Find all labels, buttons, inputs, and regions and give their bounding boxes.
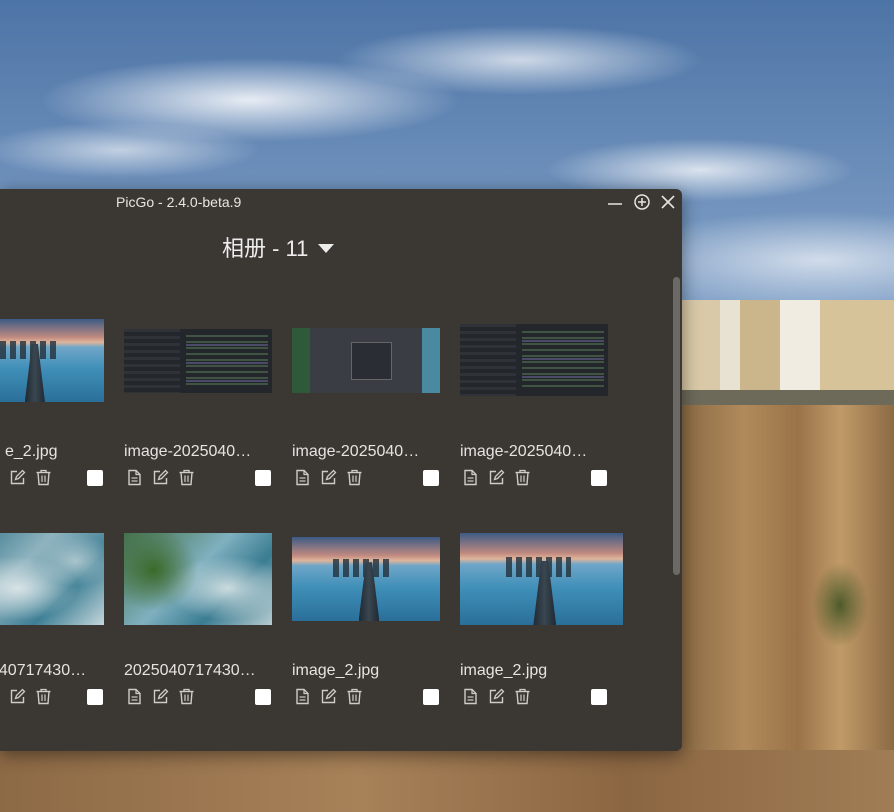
select-checkbox[interactable] [255, 470, 271, 486]
document-icon[interactable] [294, 688, 311, 705]
edit-icon[interactable] [320, 469, 337, 486]
select-checkbox[interactable] [423, 470, 439, 486]
image-actions [0, 469, 52, 486]
trash-icon[interactable] [178, 688, 195, 705]
edit-icon[interactable] [488, 688, 505, 705]
image-actions [294, 688, 363, 705]
document-icon[interactable] [294, 469, 311, 486]
trash-icon[interactable] [514, 469, 531, 486]
document-icon[interactable] [462, 688, 479, 705]
ground-image [0, 750, 894, 812]
image-thumbnail[interactable] [124, 533, 272, 625]
trash-icon[interactable] [514, 688, 531, 705]
image-thumbnail[interactable] [292, 537, 440, 621]
select-checkbox[interactable] [591, 689, 607, 705]
select-checkbox[interactable] [87, 470, 103, 486]
picgo-window: PicGo - 2.4.0-beta.9 相册 - 11 e_2.jpgimag… [0, 189, 682, 751]
image-actions [294, 469, 363, 486]
minimize-icon[interactable] [606, 193, 624, 211]
document-icon[interactable] [126, 469, 143, 486]
image-thumbnail[interactable] [0, 319, 104, 402]
window-title: PicGo - 2.4.0-beta.9 [116, 194, 242, 210]
edit-icon[interactable] [152, 469, 169, 486]
trash-icon[interactable] [35, 688, 52, 705]
document-icon[interactable] [462, 469, 479, 486]
edit-icon[interactable] [9, 469, 26, 486]
image-thumbnail[interactable] [460, 533, 623, 625]
image-thumbnail[interactable] [124, 329, 272, 393]
image-filename: image-2025040… [124, 443, 252, 460]
edit-icon[interactable] [488, 469, 505, 486]
town-image [680, 300, 894, 410]
image-filename: 2025040717430… [124, 662, 256, 679]
trash-icon[interactable] [35, 469, 52, 486]
image-filename: 040717430… [0, 662, 87, 679]
image-filename: image_2.jpg [292, 662, 380, 679]
image-actions [462, 469, 531, 486]
album-title: 相册 - 11 [222, 236, 309, 261]
image-actions [0, 688, 52, 705]
edit-icon[interactable] [320, 688, 337, 705]
image-thumbnail[interactable] [460, 324, 608, 396]
image-filename: image-2025040… [460, 443, 588, 460]
select-checkbox[interactable] [591, 470, 607, 486]
maximize-icon[interactable] [633, 193, 651, 211]
image-thumbnail[interactable] [0, 533, 104, 625]
edit-icon[interactable] [152, 688, 169, 705]
select-checkbox[interactable] [87, 689, 103, 705]
image-filename: image-2025040… [292, 443, 420, 460]
trash-icon[interactable] [346, 688, 363, 705]
select-checkbox[interactable] [423, 689, 439, 705]
image-actions [126, 469, 195, 486]
image-actions [126, 688, 195, 705]
album-selector[interactable]: 相册 - 11 [222, 233, 335, 261]
image-actions [462, 688, 531, 705]
document-icon[interactable] [126, 688, 143, 705]
image-thumbnail[interactable] [292, 328, 440, 393]
title-bar[interactable]: PicGo - 2.4.0-beta.9 [0, 189, 682, 215]
image-filename: image_2.jpg [460, 662, 548, 679]
close-icon[interactable] [659, 193, 677, 211]
caret-down-icon [318, 243, 335, 253]
scrollbar-thumb[interactable] [673, 277, 680, 575]
trash-icon[interactable] [346, 469, 363, 486]
trash-icon[interactable] [178, 469, 195, 486]
edit-icon[interactable] [9, 688, 26, 705]
select-checkbox[interactable] [255, 689, 271, 705]
image-filename: e_2.jpg [5, 443, 58, 460]
